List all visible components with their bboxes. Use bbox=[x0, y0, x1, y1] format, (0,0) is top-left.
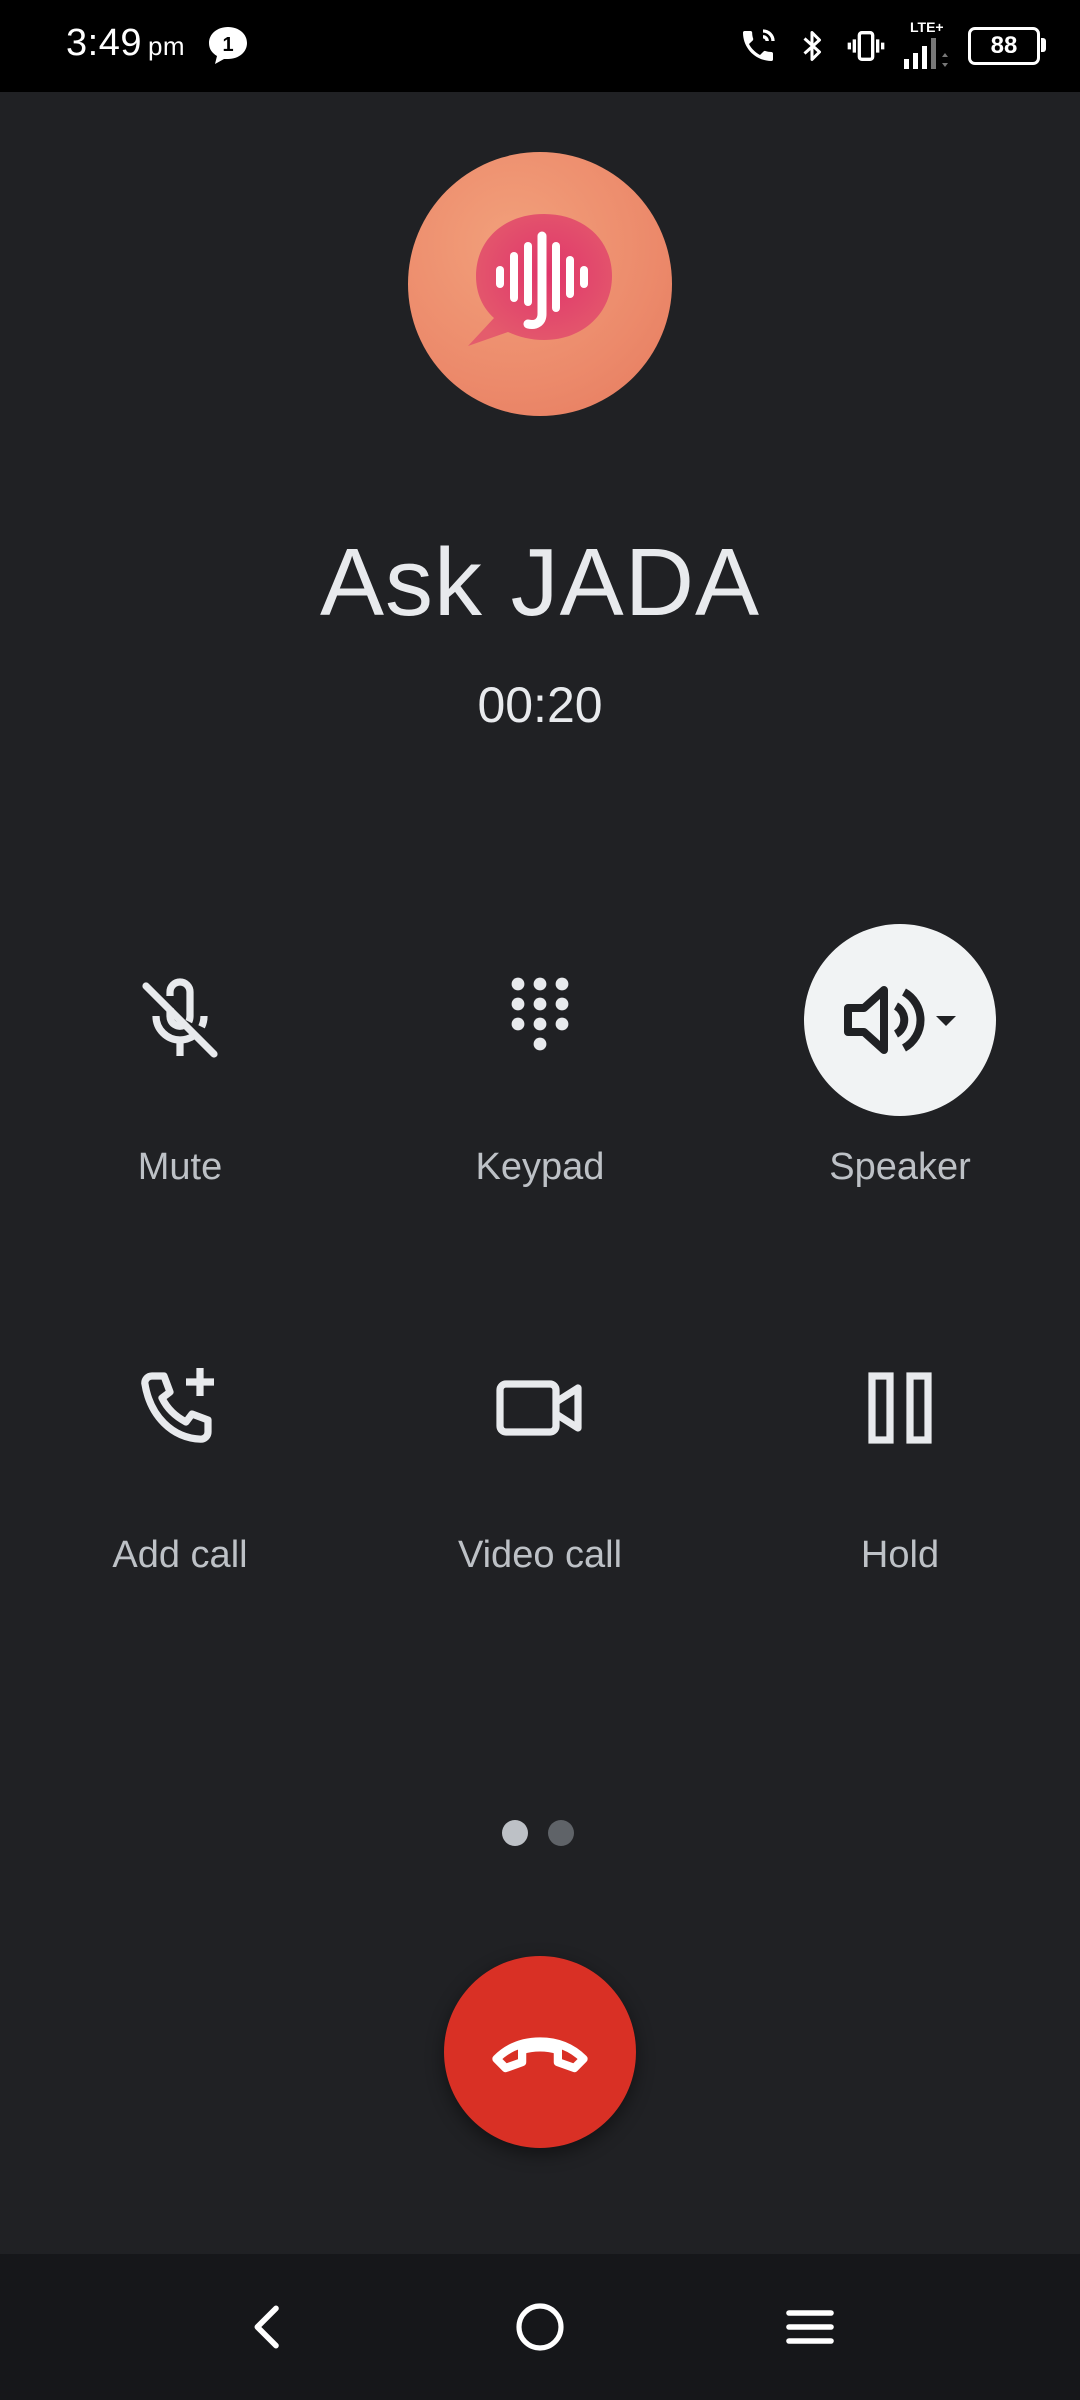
recents-menu-icon bbox=[786, 2310, 834, 2344]
speaker-icon-wrap[interactable] bbox=[804, 924, 996, 1116]
bluetooth-icon bbox=[803, 31, 821, 61]
speaker-label: Speaker bbox=[829, 1146, 971, 1188]
pause-icon bbox=[868, 1372, 932, 1444]
mute-label: Mute bbox=[137, 1146, 223, 1188]
caller-name: Ask JADA bbox=[319, 529, 761, 636]
back-button[interactable] bbox=[226, 2284, 312, 2370]
keypad-button[interactable]: Keypad bbox=[390, 924, 690, 1189]
back-icon bbox=[254, 2305, 279, 2349]
hang-up-icon bbox=[492, 2037, 588, 2073]
page-dot-1[interactable] bbox=[502, 1820, 528, 1846]
home-button[interactable] bbox=[497, 2284, 583, 2370]
status-time: 3:49 pm bbox=[66, 22, 185, 65]
add-call-icon bbox=[141, 1368, 214, 1443]
caller-avatar bbox=[408, 152, 672, 416]
mic-off-icon bbox=[142, 978, 218, 1058]
call-duration: 00:20 bbox=[477, 677, 603, 733]
mute-icon-wrap[interactable] bbox=[84, 924, 276, 1116]
page-dot-2[interactable] bbox=[548, 1820, 574, 1846]
vibrate-icon bbox=[847, 31, 885, 61]
speaker-button[interactable]: Speaker bbox=[750, 924, 1050, 1189]
mute-button[interactable]: Mute bbox=[30, 924, 330, 1189]
speaker-icon bbox=[844, 986, 956, 1054]
keypad-icon-wrap[interactable] bbox=[444, 924, 636, 1116]
battery-icon: 88 bbox=[968, 27, 1046, 65]
video-call-label: Video call bbox=[457, 1534, 623, 1576]
status-time-value: 3:49 bbox=[66, 22, 142, 64]
hold-button[interactable]: Hold bbox=[750, 1312, 1050, 1577]
dialpad-icon bbox=[511, 977, 569, 1051]
home-icon bbox=[516, 2303, 564, 2351]
end-call-button[interactable] bbox=[444, 1956, 636, 2148]
video-call-icon-wrap[interactable] bbox=[444, 1312, 636, 1504]
page-indicator bbox=[502, 1820, 574, 1846]
add-call-button[interactable]: Add call bbox=[30, 1312, 330, 1577]
add-call-icon-wrap[interactable] bbox=[84, 1312, 276, 1504]
add-call-label: Add call bbox=[112, 1534, 248, 1576]
hold-label: Hold bbox=[860, 1534, 940, 1576]
keypad-label: Keypad bbox=[475, 1146, 605, 1188]
hold-icon-wrap[interactable] bbox=[804, 1312, 996, 1504]
message-notification-icon: 1 bbox=[209, 27, 247, 64]
call-active-icon bbox=[743, 29, 775, 61]
recents-button[interactable] bbox=[767, 2284, 853, 2370]
video-camera-icon bbox=[496, 1380, 582, 1436]
navigation-bar bbox=[0, 2254, 1080, 2400]
notification-count: 1 bbox=[222, 34, 233, 56]
voice-assistant-logo-icon bbox=[468, 214, 612, 346]
battery-level: 88 bbox=[990, 32, 1018, 59]
status-bar: 3:49 pm 1 LTE+ 88 bbox=[0, 0, 1080, 92]
video-call-button[interactable]: Video call bbox=[390, 1312, 690, 1577]
signal-icon: LTE+ bbox=[902, 19, 950, 71]
status-ampm: pm bbox=[147, 31, 186, 61]
